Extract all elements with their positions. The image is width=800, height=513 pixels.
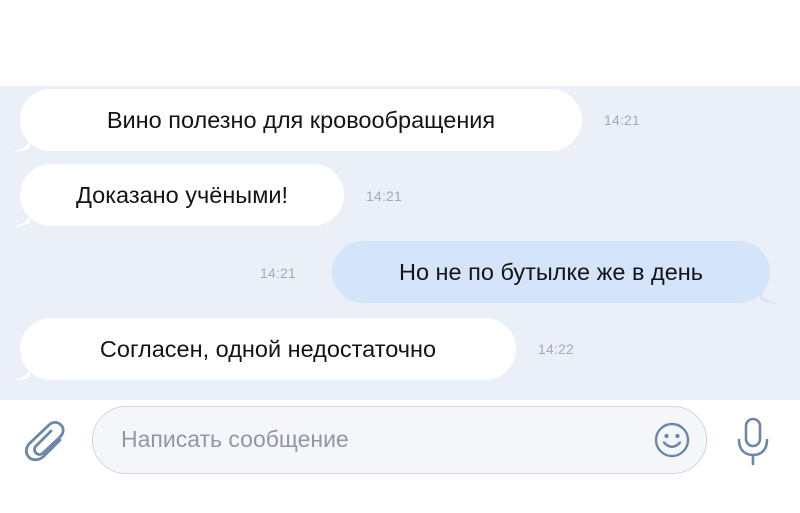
message-text: Вино полезно для кровообращения	[106, 106, 496, 133]
message-text: Доказано учёными!	[75, 181, 289, 208]
bubble-tail-right	[760, 288, 778, 304]
bubble-tail-left	[12, 211, 30, 227]
message-timestamp: 14:21	[260, 265, 297, 281]
message-bubble-incoming[interactable]: Вино полезно для кровообращения	[20, 89, 582, 151]
message-timestamp: 14:21	[366, 188, 403, 204]
message-timestamp: 14:21	[604, 112, 641, 128]
paperclip-icon[interactable]	[22, 418, 70, 466]
message-bubble-incoming[interactable]: Согласен, одной недостаточно	[20, 318, 516, 380]
message-input-box[interactable]	[92, 406, 707, 474]
message-bubble-outgoing[interactable]: Но не по бутылке же в день	[332, 241, 770, 303]
message-bubble-incoming[interactable]: Доказано учёными!	[20, 164, 344, 226]
smiley-icon[interactable]	[653, 421, 691, 459]
message-timestamp: 14:22	[538, 341, 575, 357]
microphone-icon[interactable]	[734, 416, 772, 468]
bubble-tail-left	[12, 365, 30, 381]
message-input[interactable]	[121, 407, 641, 472]
message-text: Но не по бутылке же в день	[398, 258, 703, 285]
top-blank-area	[0, 0, 800, 86]
bubble-tail-left	[12, 136, 30, 152]
message-text: Согласен, одной недостаточно	[99, 335, 437, 362]
